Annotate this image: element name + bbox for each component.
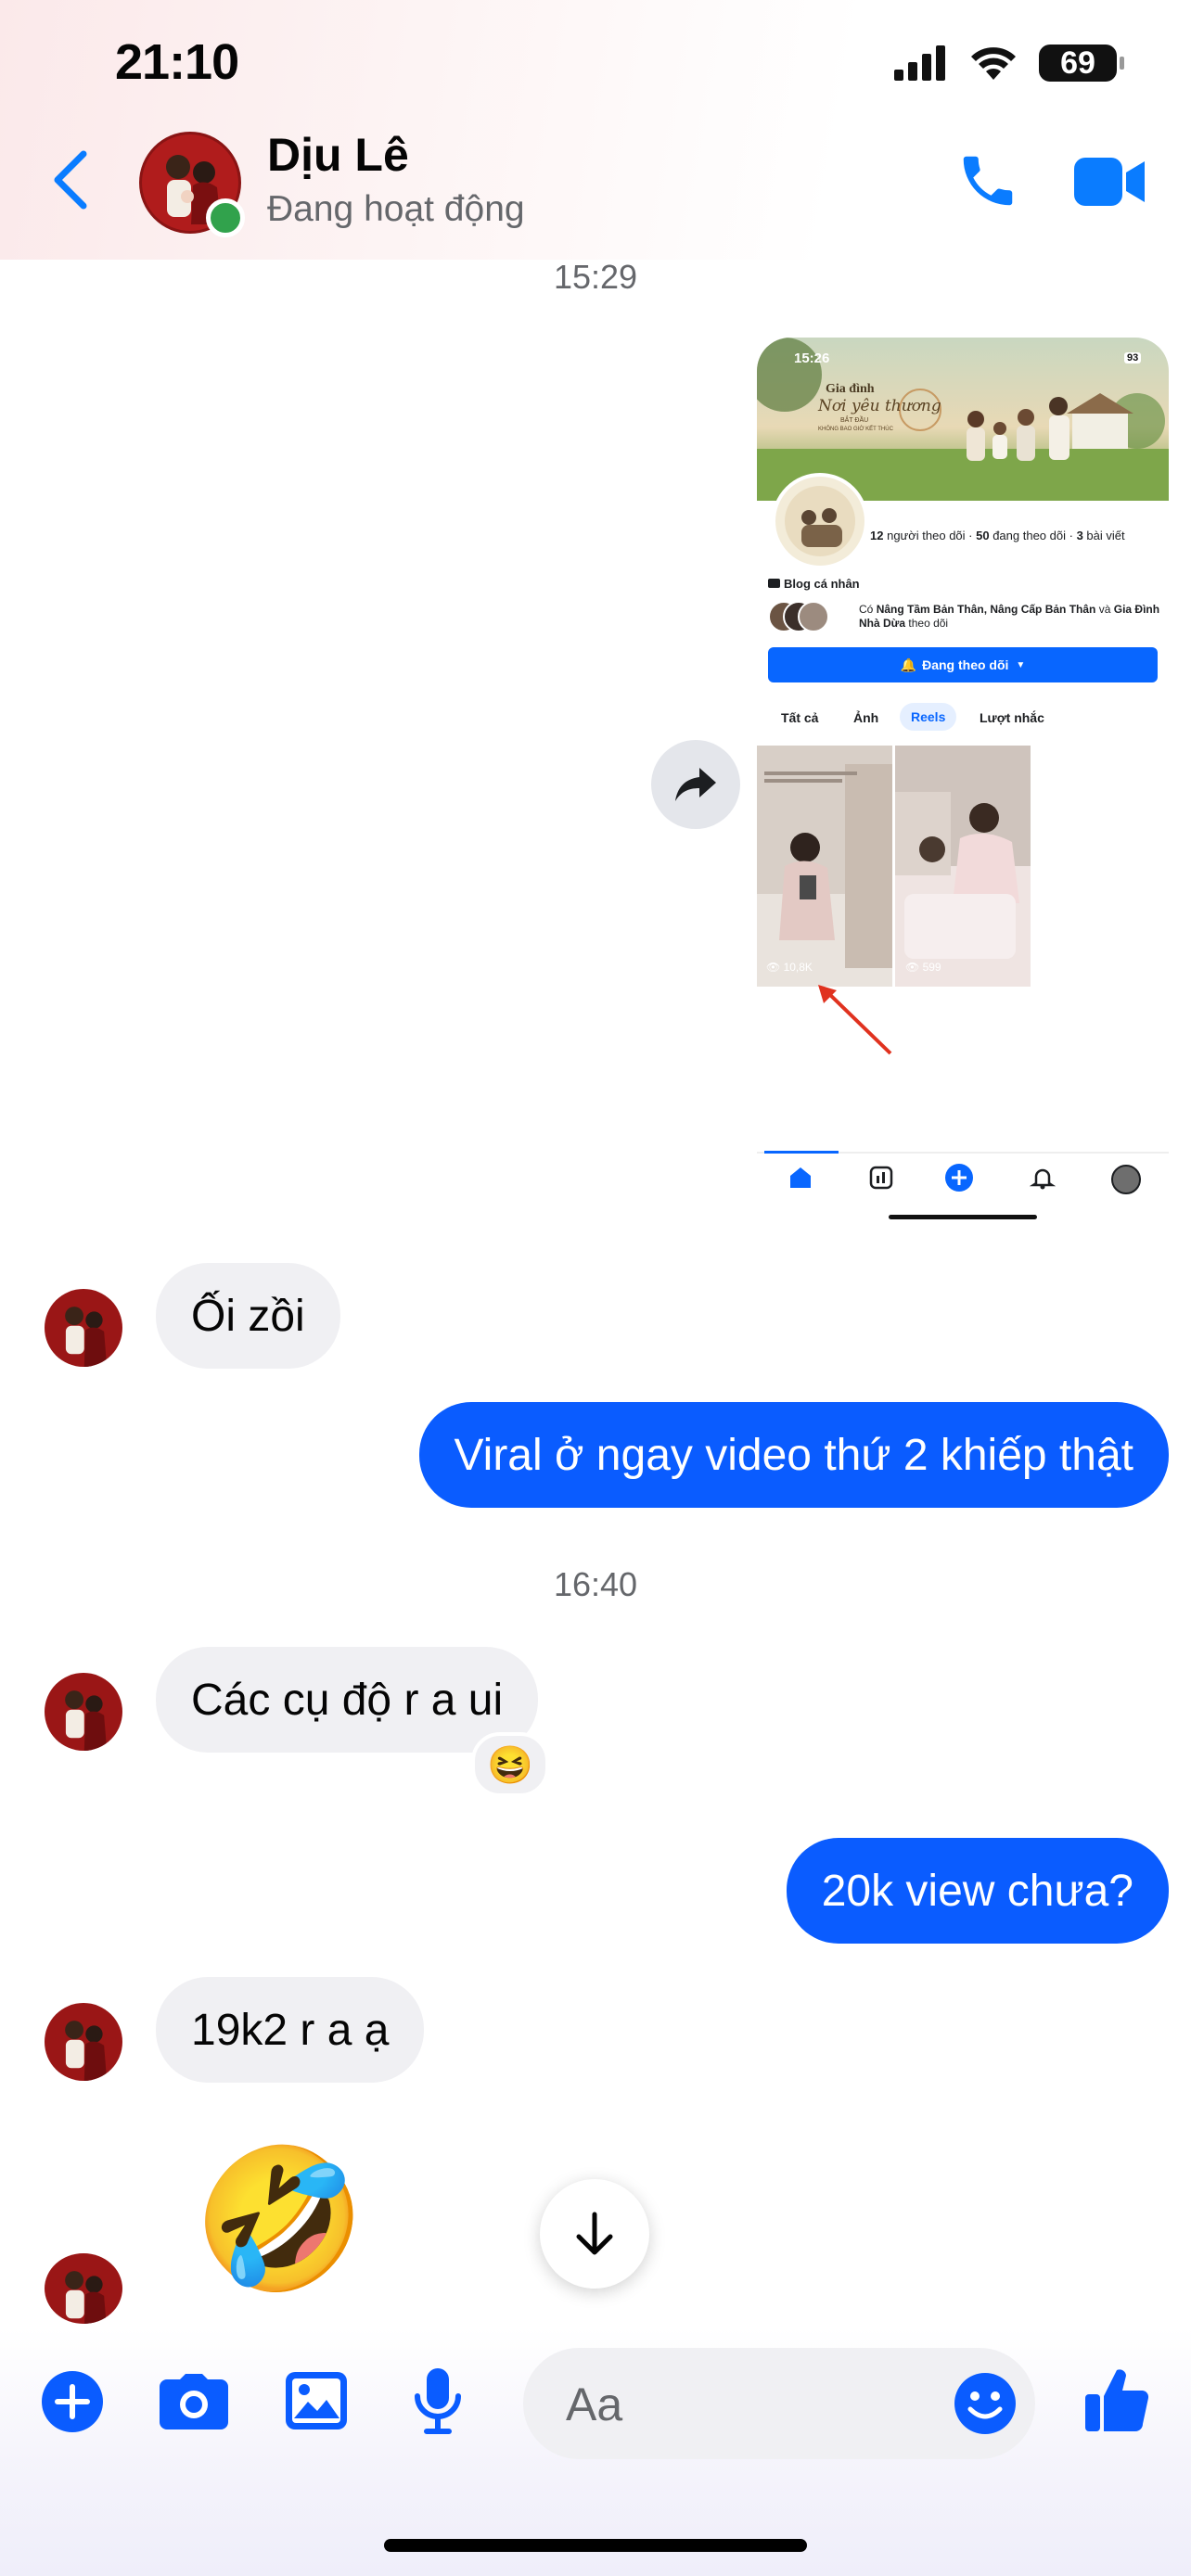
- page-category: Blog cá nhân: [768, 577, 860, 591]
- message-input-placeholder: Aa: [566, 2378, 623, 2430]
- sender-avatar[interactable]: [45, 2003, 122, 2081]
- sender-avatar[interactable]: [45, 2253, 122, 2324]
- online-indicator: [206, 198, 245, 237]
- contact-status: Đang hoạt động: [267, 189, 525, 229]
- emoji-message[interactable]: 🤣: [193, 2149, 366, 2289]
- sender-avatar[interactable]: [45, 1289, 122, 1367]
- message-reaction[interactable]: 😆: [471, 1732, 549, 1797]
- red-arrow-annotation: [818, 985, 892, 1055]
- signal-icon: [894, 45, 945, 81]
- inner-tab: Ảnh: [853, 710, 879, 725]
- plus-icon[interactable]: [41, 2370, 104, 2433]
- inner-tab-active: Reels: [900, 703, 957, 731]
- reel-thumbnail-1: [757, 746, 892, 987]
- status-time: 21:10: [115, 34, 239, 90]
- timestamp: 15:29: [553, 258, 638, 296]
- gallery-icon[interactable]: [286, 2372, 347, 2429]
- cover-title-2: Nơi yêu thương: [818, 397, 941, 415]
- mutual-avatars: [768, 601, 829, 632]
- back-arrow-icon[interactable]: [48, 148, 89, 211]
- contact-name[interactable]: Dịu Lê: [267, 128, 409, 182]
- reel-2-views: 👁 599: [905, 961, 941, 974]
- battery-indicator: 69: [1039, 45, 1124, 82]
- home-indicator: [384, 2539, 807, 2552]
- inner-time: 15:26: [794, 351, 830, 366]
- forward-button[interactable]: [651, 740, 740, 829]
- outgoing-message[interactable]: 20k view chưa?: [786, 1838, 1169, 1944]
- cover-title-1: Gia đình: [826, 382, 875, 396]
- inner-following-button: 🔔 Đang theo dõi ▼: [768, 647, 1158, 682]
- reel-1-views: 👁 10,8K: [766, 961, 813, 974]
- inner-home-indicator: [889, 1215, 1037, 1219]
- camera-icon[interactable]: [160, 2374, 228, 2429]
- share-arrow-icon: [675, 768, 716, 801]
- page-stats: 12 người theo dõi · 50 đang theo dõi · 3…: [870, 529, 1125, 542]
- video-call-icon[interactable]: [1072, 156, 1146, 208]
- sender-avatar[interactable]: [45, 1673, 122, 1751]
- like-thumb-icon[interactable]: [1085, 2365, 1150, 2433]
- inner-battery: 93: [1124, 352, 1142, 363]
- inner-create-icon: [945, 1164, 973, 1192]
- microphone-icon[interactable]: [412, 2368, 464, 2435]
- scroll-to-bottom-button[interactable]: [540, 2179, 649, 2289]
- mutual-followers: Có Nâng Tầm Bản Thân, Nâng Cấp Bản Thân …: [859, 603, 1160, 630]
- incoming-message[interactable]: Các cụ độ r a ui: [156, 1647, 539, 1753]
- status-icons: 69: [894, 45, 1124, 82]
- image-message[interactable]: 15:26 93 Gia đình Nơi yêu thương BẮT ĐẦU…: [757, 338, 1169, 1220]
- emoji-picker-icon[interactable]: [954, 2372, 1017, 2435]
- wifi-icon: [971, 47, 1016, 80]
- inner-tab: Tất cả: [781, 710, 819, 725]
- cover-title-4: KHÔNG BAO GIỜ KẾT THÚC: [818, 427, 893, 432]
- inner-bell-icon: [1030, 1168, 1056, 1190]
- outgoing-message[interactable]: Viral ở ngay video thứ 2 khiếp thật: [418, 1402, 1169, 1508]
- reel-thumbnail-2: [895, 746, 1031, 987]
- cover-title-3: BẮT ĐẦU: [840, 417, 869, 424]
- page-profile-picture: [772, 473, 868, 569]
- inner-tab: Lượt nhắc: [980, 710, 1044, 725]
- timestamp: 16:40: [553, 1565, 638, 1603]
- incoming-message[interactable]: 19k2 r a ạ: [156, 1977, 425, 2083]
- inner-profile-avatar: [1111, 1165, 1141, 1194]
- phone-icon[interactable]: [955, 148, 1020, 213]
- inner-nav-active-bar: [764, 1151, 839, 1154]
- inner-dashboard-icon: [869, 1166, 893, 1190]
- inner-home-icon: [790, 1167, 811, 1188]
- incoming-message[interactable]: Ối zồi: [156, 1263, 340, 1369]
- arrow-down-icon: [576, 2212, 613, 2255]
